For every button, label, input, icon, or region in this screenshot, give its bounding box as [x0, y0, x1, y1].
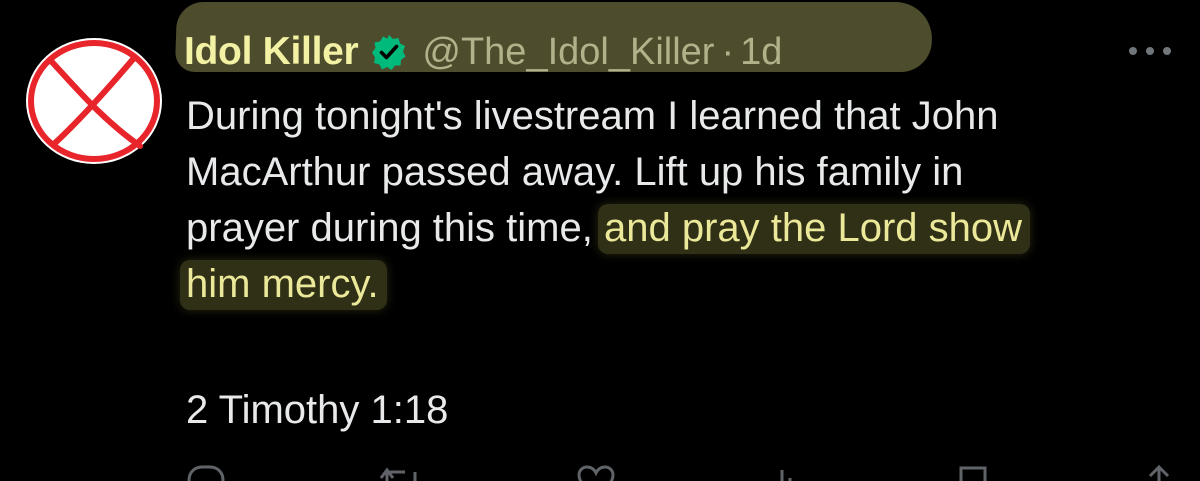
display-name[interactable]: Idol Killer	[184, 30, 359, 74]
more-button[interactable]	[1127, 44, 1173, 58]
reply-button[interactable]	[186, 464, 226, 481]
action-bar	[186, 464, 1176, 481]
repost-icon	[379, 467, 417, 481]
timestamp[interactable]: 1d	[740, 31, 782, 74]
tweet[interactable]: Idol Killer @The_Idol_Killer · 1d During…	[0, 0, 1200, 481]
heart-icon	[577, 465, 615, 481]
reply-icon	[187, 465, 225, 481]
bookmark-icon	[959, 466, 987, 481]
more-horizontal-icon	[1129, 47, 1171, 55]
views-button[interactable]	[768, 464, 804, 481]
repost-button[interactable]	[379, 464, 423, 481]
tweet-text-plain: prayer during this time,	[186, 206, 593, 250]
tweet-line: During tonight's livestream I learned th…	[186, 94, 999, 138]
tweet-text: During tonight's livestream I learned th…	[180, 88, 1186, 312]
share-icon	[1148, 464, 1170, 481]
verified-badge-icon[interactable]	[370, 33, 408, 71]
tweet-header: Idol Killer @The_Idol_Killer · 1d	[184, 22, 782, 82]
separator: ·	[721, 30, 735, 73]
handle[interactable]: @The_Idol_Killer	[422, 31, 714, 74]
highlighted-text: and pray the Lord show	[597, 204, 1031, 254]
avatar[interactable]	[22, 34, 166, 168]
verse-reference: 2 Timothy 1:18	[186, 388, 449, 432]
bookmark-button[interactable]	[957, 464, 989, 481]
highlighted-text: him mercy.	[180, 260, 387, 310]
views-icon	[780, 470, 792, 481]
tweet-line: MacArthur passed away. Lift up his famil…	[186, 150, 964, 194]
like-button[interactable]	[576, 464, 616, 481]
tweet-line: prayer during this time, and pray the Lo…	[186, 200, 1186, 256]
tweet-line: him mercy.	[180, 256, 1186, 312]
share-button[interactable]	[1142, 464, 1176, 481]
red-x-circle-icon	[26, 38, 162, 164]
